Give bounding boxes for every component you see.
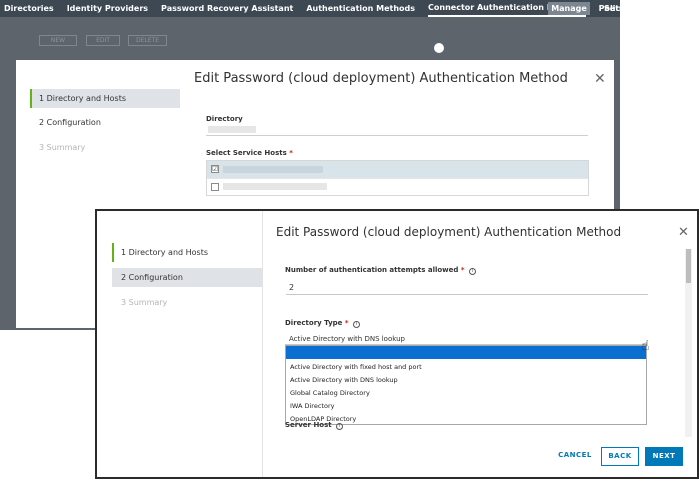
- cursor-highlight-dot: [434, 43, 444, 53]
- host-name-redacted: [223, 183, 327, 190]
- directory-type-text: Directory Type: [285, 319, 343, 327]
- dialog-scrollbar[interactable]: [685, 249, 692, 437]
- wizard-step-summary: 3 Summary: [121, 298, 168, 307]
- nav-identity-providers[interactable]: Identity Providers: [67, 0, 148, 17]
- table-row[interactable]: [207, 178, 588, 195]
- info-icon[interactable]: i: [352, 321, 360, 328]
- directory-label: Directory: [206, 115, 243, 123]
- dropdown-option[interactable]: Active Directory with fixed host and por…: [286, 361, 646, 374]
- select-service-hosts-text: Select Service Hosts: [206, 149, 287, 157]
- dropdown-option[interactable]: IWA Directory: [286, 400, 646, 413]
- select-service-hosts-label: Select Service Hosts *: [206, 149, 293, 157]
- hand-pointer-icon: ☝: [641, 338, 650, 354]
- close-icon[interactable]: ✕: [678, 226, 689, 239]
- server-host-label: Server Host i: [285, 421, 344, 430]
- required-marker: *: [289, 149, 293, 157]
- required-marker: *: [460, 266, 465, 274]
- info-icon[interactable]: i: [336, 423, 344, 430]
- auth-attempts-input[interactable]: 2: [286, 282, 648, 295]
- dialog-title: Edit Password (cloud deployment) Authent…: [276, 225, 622, 239]
- wizard-step-configuration[interactable]: 2 Configuration: [30, 113, 180, 132]
- edit-auth-method-dialog-step2: Edit Password (cloud deployment) Authent…: [95, 209, 699, 479]
- top-navigation: Directories Identity Providers Password …: [0, 0, 620, 17]
- dropdown-option[interactable]: Global Catalog Directory: [286, 387, 646, 400]
- dialog-title: Edit Password (cloud deployment) Authent…: [194, 71, 568, 86]
- new-button: NEW: [39, 35, 77, 46]
- dropdown-option[interactable]: Active Directory with DNS lookup: [286, 374, 646, 387]
- directory-type-select[interactable]: Active Directory with DNS lookup: [285, 333, 647, 345]
- scrollbar-thumb[interactable]: [686, 249, 691, 283]
- directory-value-redacted: [208, 126, 256, 133]
- directory-type-selected-value: Active Directory with DNS lookup: [289, 335, 405, 343]
- info-icon[interactable]: i: [468, 268, 476, 275]
- delete-button: DELETE: [128, 35, 167, 46]
- back-button[interactable]: BACK: [601, 447, 639, 466]
- auth-attempts-text: Number of authentication attempts allowe…: [285, 266, 459, 274]
- wizard-step-directory-and-hosts[interactable]: 1 Directory and Hosts: [30, 89, 180, 108]
- directory-type-dropdown-list: Active Directory with fixed host and por…: [285, 345, 647, 425]
- directory-field-underline: [206, 135, 588, 136]
- dropdown-option-empty-highlighted[interactable]: [286, 346, 646, 359]
- table-row[interactable]: ☑: [207, 161, 588, 178]
- wizard-step-summary: 3 Summary: [39, 143, 86, 152]
- directory-type-label: Directory Type * i: [285, 319, 360, 328]
- wizard-step-configuration[interactable]: 2 Configuration: [112, 268, 262, 287]
- nav-password-recovery-assistant[interactable]: Password Recovery Assistant: [161, 0, 293, 17]
- nav-directories[interactable]: Directories: [4, 0, 54, 17]
- server-host-text: Server Host: [285, 421, 332, 429]
- sidebar-divider: [262, 211, 263, 477]
- nav-setup[interactable]: Setu: [604, 0, 620, 17]
- nav-authentication-methods[interactable]: Authentication Methods: [306, 0, 415, 17]
- edit-button: EDIT: [86, 35, 120, 46]
- checkbox-checked[interactable]: ☑: [211, 165, 219, 173]
- service-hosts-table: ☑: [206, 160, 589, 196]
- required-marker: *: [344, 319, 349, 327]
- manage-button[interactable]: Manage: [548, 2, 590, 15]
- host-name-redacted: [223, 166, 323, 173]
- checkbox-unchecked[interactable]: [211, 183, 219, 191]
- auth-attempts-label: Number of authentication attempts allowe…: [285, 266, 476, 275]
- cancel-button[interactable]: CANCEL: [555, 447, 595, 466]
- wizard-step-directory-and-hosts[interactable]: 1 Directory and Hosts: [112, 243, 262, 262]
- close-icon[interactable]: ✕: [594, 72, 606, 86]
- next-button[interactable]: NEXT: [645, 447, 683, 466]
